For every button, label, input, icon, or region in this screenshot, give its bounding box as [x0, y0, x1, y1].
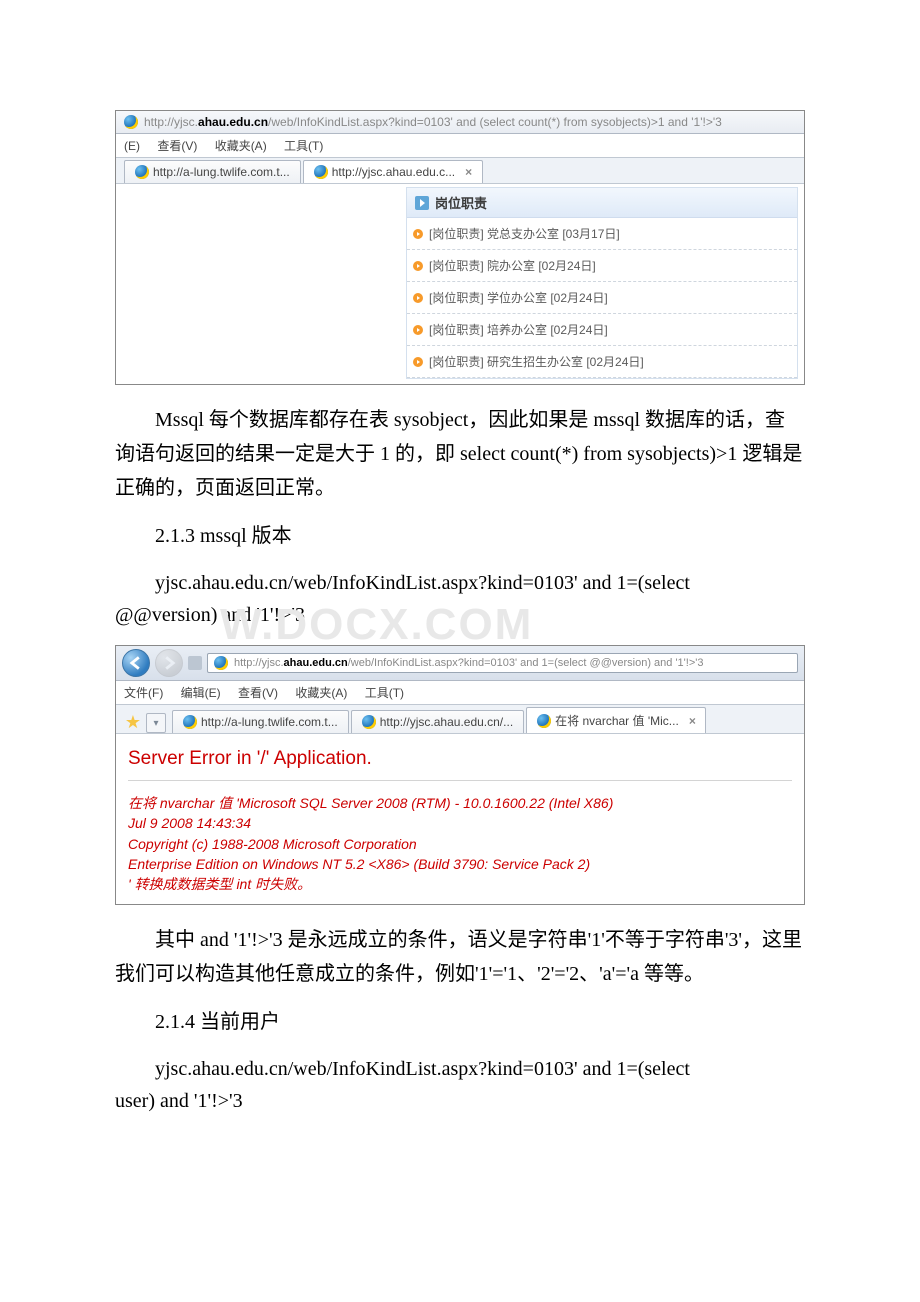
list-item[interactable]: [岗位职责] 研究生招生办公室 [02月24日]	[407, 346, 797, 378]
ie-icon	[183, 715, 197, 729]
paragraph-1: Mssql 每个数据库都存在表 sysobject，因此如果是 mssql 数据…	[115, 403, 805, 505]
sql-url-1: yjsc.ahau.edu.cn/web/InfoKindList.aspx?k…	[115, 567, 805, 631]
error-message: 在将 nvarchar 值 'Microsoft SQL Server 2008…	[128, 793, 792, 894]
address-bar[interactable]: http://yjsc.ahau.edu.cn/web/InfoKindList…	[207, 653, 798, 673]
ie-icon	[537, 714, 551, 728]
tab-item[interactable]: http://a-lung.twlife.com.t...	[172, 710, 349, 733]
tab-label: http://a-lung.twlife.com.t...	[201, 715, 338, 729]
section-heading-214: 2.1.4 当前用户	[115, 1005, 805, 1039]
panel-heading: 岗位职责	[407, 188, 797, 218]
menu-file[interactable]: 文件(F)	[124, 686, 163, 700]
menu-e[interactable]: (E)	[124, 139, 140, 153]
sql-url-2: yjsc.ahau.edu.cn/web/InfoKindList.aspx?k…	[115, 1053, 805, 1117]
tab-label: http://yjsc.ahau.edu.cn/...	[380, 715, 513, 729]
ie-icon	[214, 656, 228, 670]
duties-list: [岗位职责] 党总支办公室 [03月17日] [岗位职责] 院办公室 [02月2…	[407, 218, 797, 378]
close-icon[interactable]: ×	[689, 714, 696, 728]
list-item[interactable]: [岗位职责] 院办公室 [02月24日]	[407, 250, 797, 282]
screenshot-1: http://yjsc.ahau.edu.cn/web/InfoKindList…	[115, 110, 805, 385]
address-bar[interactable]: http://yjsc.ahau.edu.cn/web/InfoKindList…	[116, 111, 804, 134]
dropdown-icon[interactable]	[188, 656, 202, 670]
duties-panel: 岗位职责 [岗位职责] 党总支办公室 [03月17日] [岗位职责] 院办公室 …	[406, 187, 798, 379]
tab-item-active[interactable]: 在将 nvarchar 值 'Mic... ×	[526, 707, 706, 733]
list-item[interactable]: [岗位职责] 学位办公室 [02月24日]	[407, 282, 797, 314]
tab-item[interactable]: http://yjsc.ahau.edu.cn/...	[351, 710, 524, 733]
bullet-icon	[413, 261, 423, 271]
tab-bar: ★ ▾ http://a-lung.twlife.com.t... http:/…	[116, 705, 804, 734]
browser-menu-bar: (E) 查看(V) 收藏夹(A) 工具(T)	[116, 134, 804, 158]
tab-label: http://yjsc.ahau.edu.c...	[332, 165, 455, 179]
list-item[interactable]: [岗位职责] 培养办公室 [02月24日]	[407, 314, 797, 346]
screenshot-2: http://yjsc.ahau.edu.cn/web/InfoKindList…	[115, 645, 805, 905]
panel-title: 岗位职责	[435, 193, 487, 212]
menu-view[interactable]: 查看(V)	[157, 139, 197, 153]
tab-item-active[interactable]: http://yjsc.ahau.edu.c... ×	[303, 160, 483, 183]
menu-favorites[interactable]: 收藏夹(A)	[295, 686, 347, 700]
error-heading: Server Error in '/' Application.	[128, 748, 792, 770]
ie-icon	[124, 115, 138, 129]
address-url: http://yjsc.ahau.edu.cn/web/InfoKindList…	[144, 115, 722, 129]
section-heading-213: 2.1.3 mssql 版本	[115, 519, 805, 553]
ie-icon	[135, 165, 149, 179]
back-button[interactable]	[122, 649, 150, 677]
forward-button[interactable]	[155, 649, 183, 677]
bullet-icon	[413, 293, 423, 303]
bullet-icon	[413, 325, 423, 335]
tab-label: 在将 nvarchar 值 'Mic...	[555, 712, 679, 729]
quick-tabs-button[interactable]: ▾	[146, 713, 166, 733]
nav-address-row: http://yjsc.ahau.edu.cn/web/InfoKindList…	[116, 646, 804, 681]
favorites-star-icon[interactable]: ★	[122, 711, 144, 733]
menu-edit[interactable]: 编辑(E)	[181, 686, 221, 700]
tab-label: http://a-lung.twlife.com.t...	[153, 165, 290, 179]
list-item[interactable]: [岗位职责] 党总支办公室 [03月17日]	[407, 218, 797, 250]
bullet-icon	[413, 357, 423, 367]
address-url: http://yjsc.ahau.edu.cn/web/InfoKindList…	[234, 657, 703, 669]
ie-icon	[314, 165, 328, 179]
tab-bar: http://a-lung.twlife.com.t... http://yjs…	[116, 158, 804, 184]
tab-item[interactable]: http://a-lung.twlife.com.t...	[124, 160, 301, 183]
menu-view[interactable]: 查看(V)	[238, 686, 278, 700]
error-page: Server Error in '/' Application. 在将 nvar…	[116, 734, 804, 904]
menu-favorites[interactable]: 收藏夹(A)	[215, 139, 267, 153]
menu-tools[interactable]: 工具(T)	[284, 139, 323, 153]
ie-icon	[362, 715, 376, 729]
browser-menu-bar: 文件(F) 编辑(E) 查看(V) 收藏夹(A) 工具(T)	[116, 681, 804, 705]
close-icon[interactable]: ×	[465, 165, 472, 179]
paragraph-2: 其中 and '1'!>'3 是永远成立的条件，语义是字符串'1'不等于字符串'…	[115, 923, 805, 991]
page-content: 岗位职责 [岗位职责] 党总支办公室 [03月17日] [岗位职责] 院办公室 …	[116, 184, 804, 384]
divider	[128, 780, 792, 781]
bullet-icon	[413, 229, 423, 239]
menu-tools[interactable]: 工具(T)	[365, 686, 404, 700]
arrow-right-icon	[415, 196, 429, 210]
